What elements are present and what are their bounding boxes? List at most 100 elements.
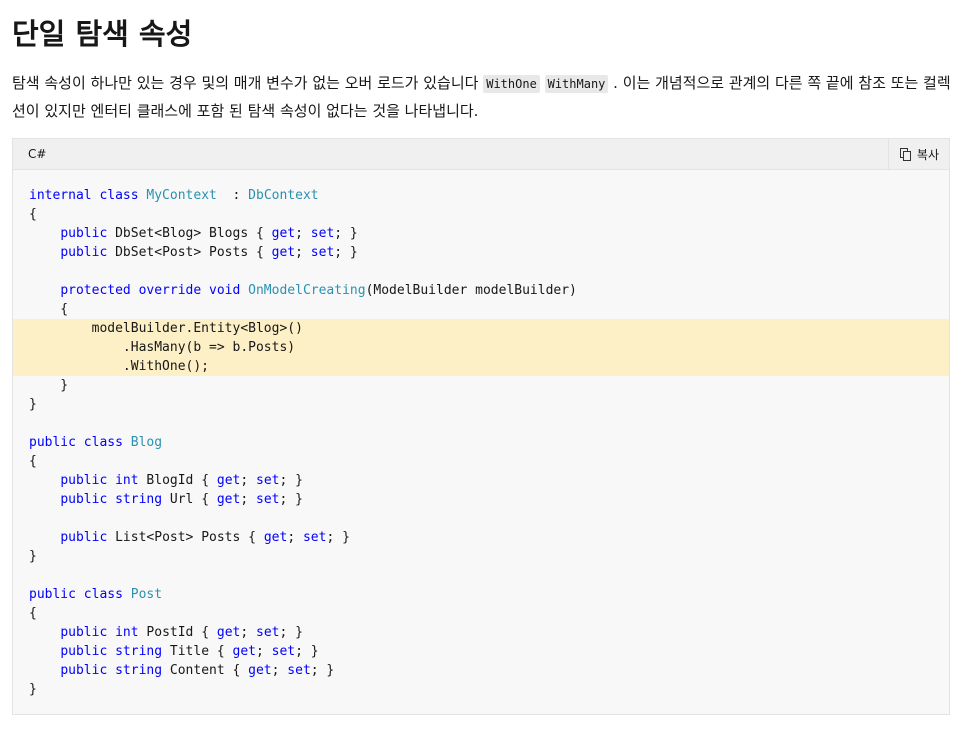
- code-token: Content {: [162, 663, 249, 678]
- code-token: ; }: [310, 663, 335, 678]
- code-line: }: [13, 376, 949, 395]
- code-line-highlighted: .WithOne();: [13, 357, 949, 376]
- code-token: ;: [287, 530, 303, 545]
- code-line: public class Post: [13, 585, 949, 604]
- copy-icon: [899, 147, 911, 161]
- code-token: public class: [29, 587, 131, 602]
- code-token: }: [29, 549, 37, 564]
- code-token: internal class: [29, 188, 147, 203]
- code-token: get: [271, 226, 296, 241]
- code-token: ; }: [295, 644, 319, 659]
- inline-code-withone: WithOne: [483, 75, 540, 93]
- code-token: public: [60, 226, 108, 241]
- code-line: {: [13, 205, 949, 224]
- code-block: C# 복사 internal class MyContext : DbConte…: [12, 138, 950, 715]
- code-token: get: [232, 644, 256, 659]
- code-token: ; }: [334, 226, 358, 241]
- code-token: ;: [240, 625, 257, 640]
- code-token: get: [271, 245, 296, 260]
- code-token: Post: [130, 587, 163, 602]
- code-token: ;: [271, 663, 288, 678]
- page-title: 단일 탐색 속성: [12, 17, 193, 51]
- code-token: .WithOne();: [29, 359, 210, 374]
- code-token: get: [248, 663, 272, 678]
- code-token: .HasMany(b => b.Posts): [29, 340, 296, 355]
- code-line: public class Blog: [13, 433, 949, 452]
- code-line: {: [13, 452, 949, 471]
- code-token: Title {: [162, 644, 233, 659]
- code-token: set: [310, 245, 335, 260]
- code-line: public string Title { get; set; }: [13, 642, 949, 661]
- code-line: protected override void OnModelCreating(…: [13, 281, 949, 300]
- code-token: public int: [60, 473, 139, 488]
- code-token: DbContext: [248, 188, 319, 203]
- paragraph-text-before: 탐색 속성이 하나만 있는 경우 및의 매개 변수가 없는 오버 로드가 있습니…: [12, 74, 484, 92]
- code-token: }: [29, 378, 69, 393]
- inline-code-withmany: WithMany: [544, 75, 609, 93]
- code-token: protected override void: [60, 283, 249, 298]
- code-token: public string: [60, 492, 163, 507]
- copy-button[interactable]: 복사: [887, 139, 949, 169]
- code-token: ;: [295, 245, 311, 260]
- description-paragraph: 탐색 속성이 하나만 있는 경우 및의 매개 변수가 없는 오버 로드가 있습니…: [12, 70, 962, 125]
- code-line: }: [13, 395, 949, 414]
- code-token: ;: [295, 226, 311, 241]
- code-token: ;: [240, 473, 257, 488]
- code-token: ; }: [334, 245, 358, 260]
- code-token: set: [302, 530, 327, 545]
- code-line: public int BlogId { get; set; }: [13, 471, 949, 490]
- code-token: set: [256, 473, 280, 488]
- code-token: OnModelCreating: [248, 283, 366, 298]
- code-token: public string: [60, 663, 163, 678]
- code-token: Blog: [130, 435, 163, 450]
- code-language-label: C#: [28, 147, 47, 161]
- code-token: {: [29, 454, 37, 469]
- code-line: public DbSet<Blog> Blogs { get; set; }: [13, 224, 949, 243]
- code-token: }: [29, 682, 37, 697]
- code-token: set: [271, 644, 296, 659]
- code-line: }: [13, 547, 949, 566]
- code-token: DbSet<Blog> Blogs {: [107, 226, 272, 241]
- code-line: internal class MyContext : DbContext: [13, 186, 949, 205]
- code-line: public DbSet<Post> Posts { get; set; }: [13, 243, 949, 262]
- code-token: ; }: [279, 473, 303, 488]
- code-token: {: [29, 606, 37, 621]
- code-token: public: [60, 530, 108, 545]
- code-token: set: [310, 226, 335, 241]
- code-token: {: [29, 207, 37, 222]
- code-line: {: [13, 604, 949, 623]
- code-token: ; }: [326, 530, 350, 545]
- code-line-highlighted: modelBuilder.Entity<Blog>(): [13, 319, 949, 338]
- code-token: public class: [29, 435, 131, 450]
- code-line: public List<Post> Posts { get; set; }: [13, 528, 949, 547]
- code-token: public: [60, 245, 108, 260]
- code-line: {: [13, 300, 949, 319]
- code-line: public string Url { get; set; }: [13, 490, 949, 509]
- code-token: get: [216, 625, 241, 640]
- code-line-highlighted: .HasMany(b => b.Posts): [13, 338, 949, 357]
- code-token: Url {: [162, 492, 217, 507]
- code-token: public int: [60, 625, 139, 640]
- code-token: ;: [240, 492, 256, 507]
- code-token: set: [256, 492, 280, 507]
- code-body[interactable]: internal class MyContext : DbContext { pu…: [13, 186, 949, 699]
- code-token: List<Post> Posts {: [107, 530, 264, 545]
- code-token: set: [256, 625, 280, 640]
- code-token: get: [216, 492, 241, 507]
- code-token: :: [216, 188, 249, 203]
- copy-button-label: 복사: [916, 147, 939, 162]
- code-token: (ModelBuilder modelBuilder): [365, 283, 577, 298]
- code-token: ; }: [279, 492, 303, 507]
- code-block-header: C# 복사: [13, 139, 949, 170]
- code-token: get: [263, 530, 288, 545]
